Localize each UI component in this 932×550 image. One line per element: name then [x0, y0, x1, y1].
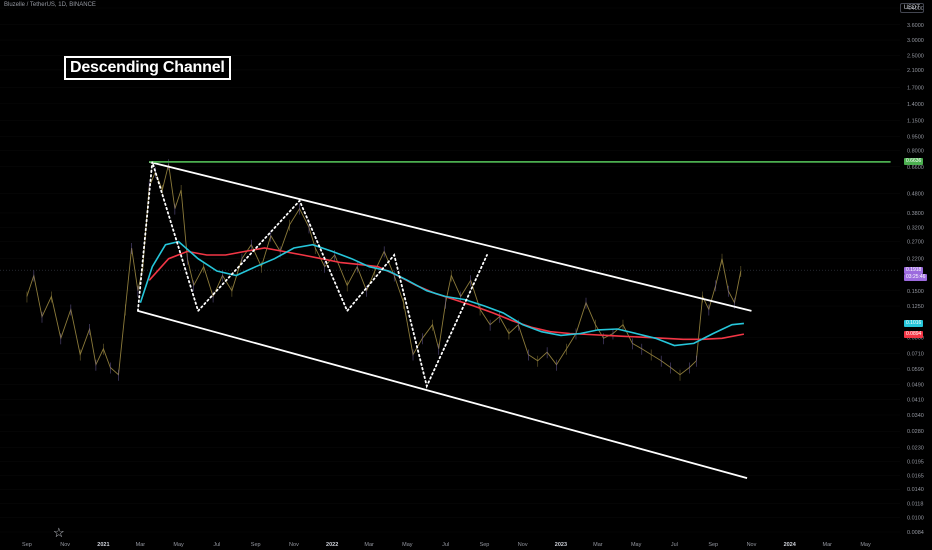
x-tick-label: Sep: [22, 542, 32, 548]
y-tick-label: 0.8000: [907, 149, 924, 155]
y-tick-label: 0.0084: [907, 530, 924, 536]
y-tick-label: 0.0590: [907, 367, 924, 373]
y-tick-label: 2.5000: [907, 53, 924, 59]
y-tick-label: 1.4000: [907, 102, 924, 108]
wave-dotted-path: [137, 161, 488, 389]
x-tick-label: Nov: [60, 542, 70, 548]
currency-selector[interactable]: USDT: [899, 3, 924, 13]
x-tick-label: Nov: [747, 542, 757, 548]
y-tick-label: 0.0100: [907, 515, 924, 521]
y-tick-label: 0.0165: [907, 473, 924, 479]
y-tick-label: 1.7000: [907, 86, 924, 92]
x-tick-label: May: [631, 542, 642, 548]
x-tick-label: Sep: [480, 542, 490, 548]
x-tick-label: Mar: [364, 542, 374, 548]
y-tick-label: 0.2700: [907, 240, 924, 246]
time-axis: Sep Nov 2021 Mar May Jul Sep Nov 2022 Mar May Jul Se…: [22, 542, 871, 548]
x-tick-label: 2022: [326, 542, 338, 548]
price-label: 0.6636: [904, 158, 924, 166]
x-tick-label: Jul: [442, 542, 449, 548]
x-tick-label: Sep: [251, 542, 261, 548]
y-tick-label: 0.3200: [907, 225, 924, 231]
y-tick-label: 0.0230: [907, 446, 924, 452]
y-tick-label: 0.0118: [907, 502, 923, 508]
x-tick-label: 2024: [784, 542, 797, 548]
symbol-header[interactable]: Bluzelle / TetherUS, 1D, BINANCE: [4, 2, 96, 8]
y-tick-label: 0.0280: [907, 429, 924, 435]
moving-average-slow: [148, 247, 745, 341]
price-chart[interactable]: 4.40003.60003.00002.50002.10001.70001.40…: [0, 0, 932, 550]
x-tick-label: Mar: [823, 542, 833, 548]
x-tick-label: Sep: [708, 542, 718, 548]
channel-lower-line: [137, 309, 748, 479]
descending-channel-annotation: Descending Channel: [64, 56, 231, 80]
y-tick-label: 0.3800: [907, 211, 924, 217]
x-tick-label: Nov: [518, 542, 528, 548]
price-label: 03:25:46: [904, 273, 928, 281]
price-label: 0.0894: [904, 330, 924, 338]
x-tick-label: May: [402, 542, 413, 548]
y-tick-label: 0.4800: [907, 191, 924, 197]
x-tick-label: Nov: [289, 542, 299, 548]
y-tick-label: 0.0490: [907, 382, 924, 388]
y-tick-label: 1.1500: [907, 118, 924, 124]
y-tick-label: 0.0710: [907, 351, 924, 357]
x-tick-label: Mar: [593, 542, 603, 548]
price-label: 0.1016: [904, 319, 924, 327]
y-tick-label: 0.1500: [907, 289, 924, 295]
y-tick-label: 0.0140: [907, 487, 924, 493]
x-tick-label: 2023: [555, 542, 567, 548]
y-tick-label: 0.0410: [907, 397, 924, 403]
tradingview-logo-icon: ☆: [53, 525, 65, 540]
y-tick-label: 2.1000: [907, 68, 924, 74]
x-tick-label: May: [173, 542, 184, 548]
moving-average-fast: [139, 240, 744, 347]
x-tick-label: May: [860, 542, 871, 548]
y-tick-label: 0.9500: [907, 134, 924, 140]
y-tick-label: 0.2200: [907, 257, 924, 263]
x-tick-label: Mar: [136, 542, 146, 548]
y-tick-label: 0.0195: [907, 460, 924, 466]
channel-upper-line: [148, 160, 752, 312]
y-tick-label: 3.0000: [907, 38, 924, 44]
y-tick-label: 3.6000: [907, 23, 924, 29]
x-tick-label: Jul: [213, 542, 220, 548]
y-tick-label: 0.0340: [907, 413, 924, 419]
price-label: 0.1918: [904, 266, 924, 274]
y-tick-label: 0.6600: [907, 165, 924, 171]
x-tick-label: 2021: [97, 542, 109, 548]
x-tick-label: Jul: [671, 542, 678, 548]
y-tick-label: 0.1250: [907, 304, 924, 310]
